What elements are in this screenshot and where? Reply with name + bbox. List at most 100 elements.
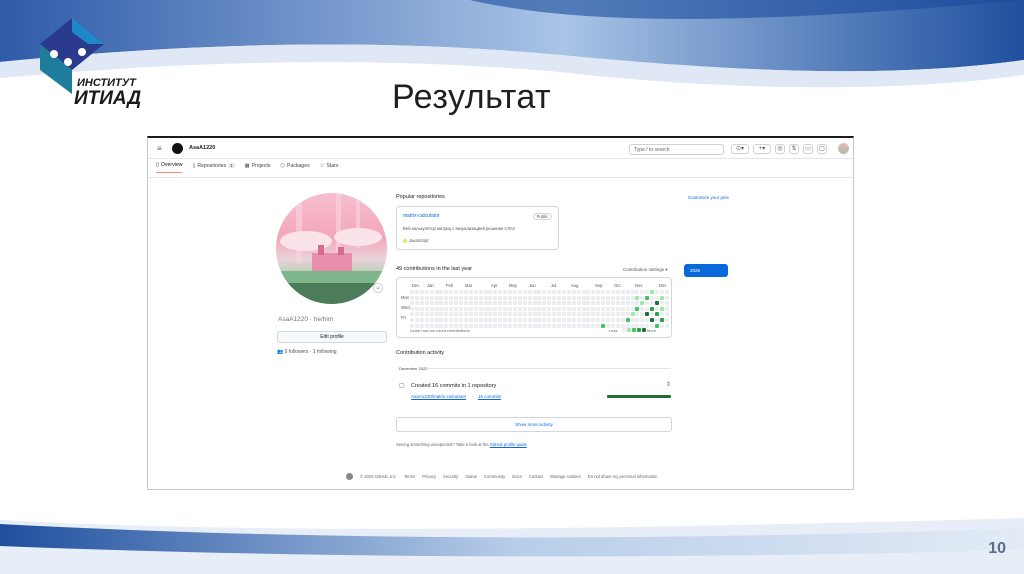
contribution-cell[interactable] xyxy=(508,301,512,306)
contribution-cell[interactable] xyxy=(473,323,478,328)
footer-link-privacy[interactable]: Privacy xyxy=(422,474,436,479)
contribution-cell[interactable] xyxy=(473,312,478,317)
contribution-cell[interactable] xyxy=(625,295,630,300)
contribution-cell[interactable] xyxy=(419,295,424,300)
contribution-cell[interactable] xyxy=(410,312,414,317)
contribution-cell[interactable] xyxy=(434,318,439,322)
profile-guide-link[interactable]: GitHub profile guide xyxy=(490,442,527,447)
contribution-cell[interactable] xyxy=(439,318,444,322)
contribution-cell[interactable] xyxy=(610,312,615,317)
contribution-cell[interactable] xyxy=(434,312,439,317)
repo-name-link[interactable]: matrix-calculator xyxy=(403,213,440,219)
contribution-cell[interactable] xyxy=(571,306,576,311)
contribution-cell[interactable] xyxy=(503,295,508,300)
contribution-cell[interactable] xyxy=(498,295,503,300)
contribution-cell[interactable] xyxy=(498,323,503,328)
contribution-cell[interactable] xyxy=(424,290,429,294)
contribution-cell[interactable] xyxy=(414,306,419,311)
contribution-cell[interactable] xyxy=(478,301,483,306)
contribution-cell[interactable] xyxy=(517,301,522,306)
contribution-cell[interactable] xyxy=(625,318,630,322)
contribution-cell[interactable] xyxy=(601,318,606,322)
show-more-activity-button[interactable]: Show more activity xyxy=(396,417,672,432)
contribution-cell[interactable] xyxy=(532,295,537,300)
contribution-cell[interactable] xyxy=(503,290,508,294)
contribution-cell[interactable] xyxy=(581,295,586,300)
contribution-cell[interactable] xyxy=(429,306,434,311)
contribution-cell[interactable] xyxy=(493,306,498,311)
contribution-cell[interactable] xyxy=(483,295,488,300)
footer-link-cookies[interactable]: Manage cookies xyxy=(550,474,581,479)
contribution-cell[interactable] xyxy=(498,318,503,322)
set-status-button[interactable]: ☺ xyxy=(373,283,383,293)
contribution-cell[interactable] xyxy=(664,301,669,306)
contribution-cell[interactable] xyxy=(645,323,650,328)
contribution-cell[interactable] xyxy=(503,318,508,322)
contribution-cell[interactable] xyxy=(483,306,488,311)
contribution-cell[interactable] xyxy=(459,306,463,311)
contribution-cell[interactable] xyxy=(566,323,571,328)
contribution-cell[interactable] xyxy=(488,323,493,328)
contribution-cell[interactable] xyxy=(576,290,581,294)
contribution-cell[interactable] xyxy=(542,301,547,306)
contribution-cell[interactable] xyxy=(645,290,650,294)
contribution-cell[interactable] xyxy=(463,290,468,294)
contribution-cell[interactable] xyxy=(620,295,625,300)
contribution-cell[interactable] xyxy=(522,312,527,317)
contribution-cell[interactable] xyxy=(537,301,542,306)
footer-link-contact[interactable]: Contact xyxy=(529,474,543,479)
notifications-icon[interactable]: ▢ xyxy=(817,144,827,154)
contribution-cell[interactable] xyxy=(493,301,498,306)
contribution-cell[interactable] xyxy=(547,312,552,317)
contribution-cell[interactable] xyxy=(429,290,434,294)
contribution-cell[interactable] xyxy=(410,290,414,294)
contribution-cell[interactable] xyxy=(414,323,419,328)
contribution-cell[interactable] xyxy=(645,295,650,300)
contribution-cell[interactable] xyxy=(439,323,444,328)
contribution-cell[interactable] xyxy=(659,318,664,322)
contribution-cell[interactable] xyxy=(449,312,454,317)
tab-projects[interactable]: ▦ Projects xyxy=(245,162,271,173)
contribution-cell[interactable] xyxy=(429,318,434,322)
footer-link-security[interactable]: Security xyxy=(443,474,458,479)
contribution-cell[interactable] xyxy=(542,306,547,311)
contribution-cell[interactable] xyxy=(468,312,473,317)
tab-overview[interactable]: ▯ Overview xyxy=(156,162,183,173)
contribution-cell[interactable] xyxy=(429,301,434,306)
contribution-cell[interactable] xyxy=(655,323,659,328)
contribution-cell[interactable] xyxy=(517,323,522,328)
contribution-cell[interactable] xyxy=(414,290,419,294)
contribution-cell[interactable] xyxy=(503,306,508,311)
contribution-cell[interactable] xyxy=(571,295,576,300)
contribution-cell[interactable] xyxy=(552,323,557,328)
contribution-cell[interactable] xyxy=(625,301,630,306)
contribution-cell[interactable] xyxy=(635,318,640,322)
contribution-cell[interactable] xyxy=(512,301,517,306)
profile-avatar[interactable] xyxy=(276,193,387,304)
contribution-cell[interactable] xyxy=(591,295,596,300)
contribution-cell[interactable] xyxy=(439,306,444,311)
contribution-cell[interactable] xyxy=(635,295,640,300)
contribution-cell[interactable] xyxy=(508,306,512,311)
contribution-cell[interactable] xyxy=(645,306,650,311)
contribution-cell[interactable] xyxy=(478,312,483,317)
contribution-cell[interactable] xyxy=(606,301,610,306)
contribution-cell[interactable] xyxy=(410,306,414,311)
contribution-cell[interactable] xyxy=(478,306,483,311)
contribution-cell[interactable] xyxy=(512,295,517,300)
contribution-cell[interactable] xyxy=(601,312,606,317)
github-logo-icon[interactable] xyxy=(172,142,183,154)
contribution-cell[interactable] xyxy=(424,312,429,317)
contribution-cell[interactable] xyxy=(434,301,439,306)
contribution-cell[interactable] xyxy=(635,290,640,294)
contribution-cell[interactable] xyxy=(552,306,557,311)
contribution-cell[interactable] xyxy=(449,318,454,322)
contribution-cell[interactable] xyxy=(659,290,664,294)
contribution-cell[interactable] xyxy=(424,323,429,328)
contribution-cell[interactable] xyxy=(414,301,419,306)
contribution-settings-dropdown[interactable]: Contribution settings ▾ xyxy=(623,267,668,273)
contribution-cell[interactable] xyxy=(473,295,478,300)
contribution-cell[interactable] xyxy=(630,290,635,294)
contribution-cell[interactable] xyxy=(449,301,454,306)
contribution-cell[interactable] xyxy=(493,295,498,300)
